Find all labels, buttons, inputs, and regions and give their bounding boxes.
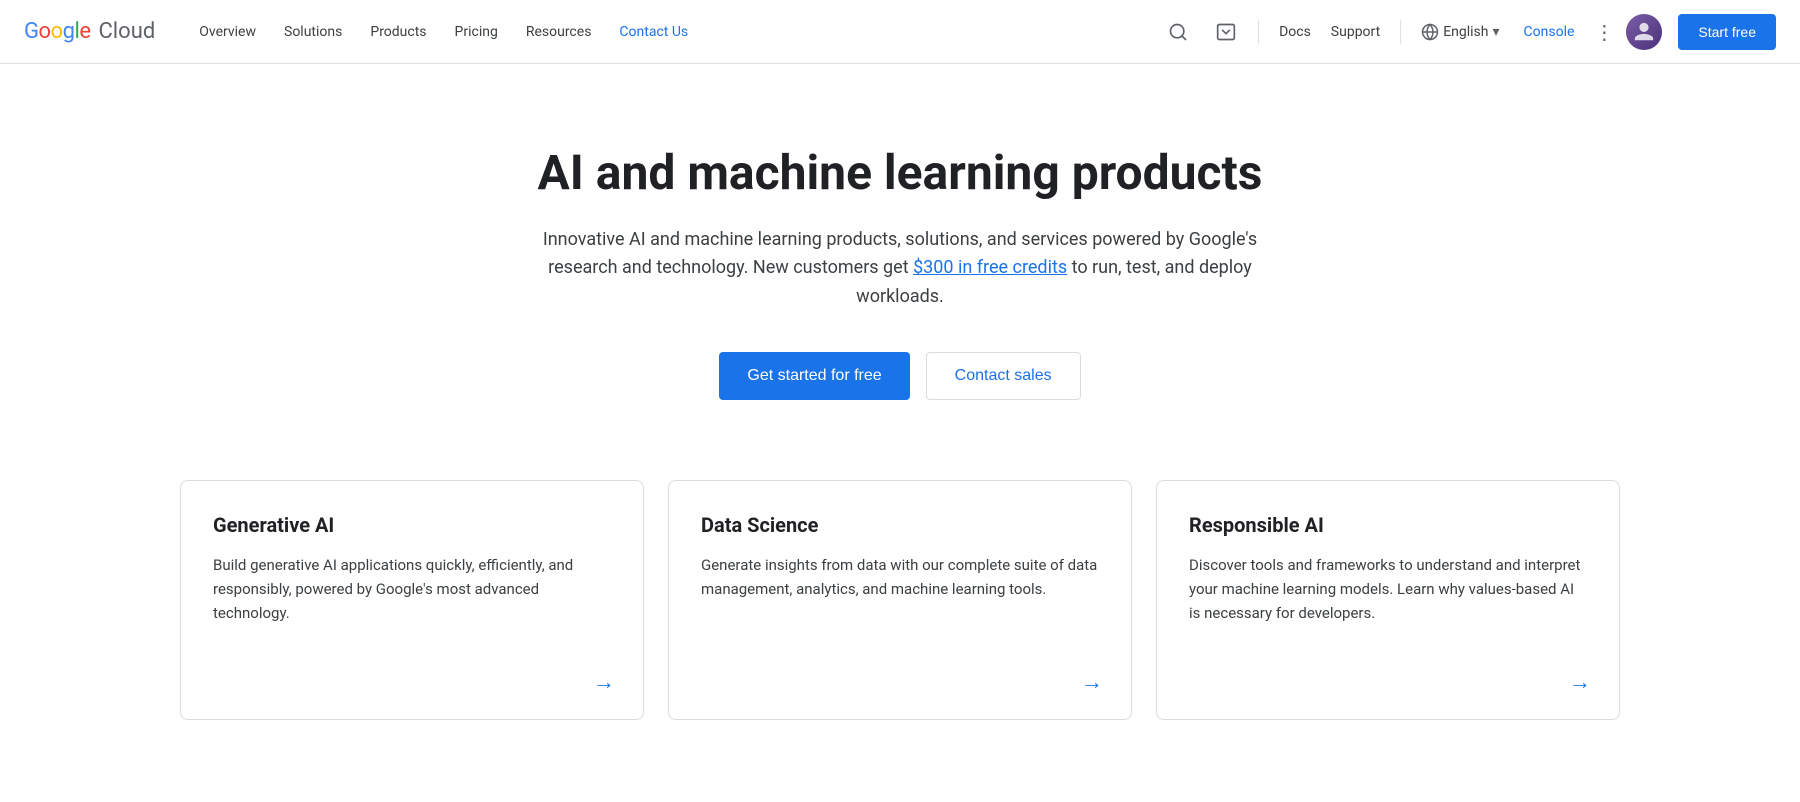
card-data-science-desc: Generate insights from data with our com… bbox=[701, 553, 1099, 691]
hero-title: AI and machine learning products bbox=[474, 144, 1326, 202]
card-generative-ai-desc: Build generative AI applications quickly… bbox=[213, 553, 611, 691]
nav-contact-us[interactable]: Contact Us bbox=[607, 16, 700, 48]
google-cloud-logo[interactable]: Google Cloud bbox=[24, 19, 155, 44]
credits-link[interactable]: $300 in free credits bbox=[913, 257, 1067, 278]
support-link[interactable]: Support bbox=[1323, 16, 1388, 48]
nav-resources[interactable]: Resources bbox=[514, 16, 604, 48]
console-link[interactable]: Console bbox=[1516, 16, 1583, 48]
chevron-down-icon: ▾ bbox=[1493, 24, 1500, 40]
cloud-wordmark: Cloud bbox=[98, 19, 155, 44]
hero-description: Innovative AI and machine learning produ… bbox=[540, 226, 1260, 312]
start-free-button[interactable]: Start free bbox=[1678, 14, 1776, 50]
terminal-button[interactable] bbox=[1206, 12, 1246, 52]
nav-solutions[interactable]: Solutions bbox=[272, 16, 354, 48]
card-data-science[interactable]: Data Science Generate insights from data… bbox=[668, 480, 1132, 720]
card-responsible-ai-title: Responsible AI bbox=[1189, 513, 1587, 537]
contact-sales-button[interactable]: Contact sales bbox=[926, 352, 1081, 400]
search-button[interactable] bbox=[1158, 12, 1198, 52]
user-avatar[interactable] bbox=[1626, 14, 1662, 50]
card-responsible-ai-arrow: → bbox=[1569, 669, 1591, 695]
terminal-icon bbox=[1216, 22, 1236, 42]
nav-products[interactable]: Products bbox=[358, 16, 438, 48]
hero-buttons: Get started for free Contact sales bbox=[474, 352, 1326, 400]
docs-support-links: Docs Support bbox=[1271, 16, 1388, 48]
card-data-science-arrow: → bbox=[1081, 669, 1103, 695]
cards-section: Generative AI Build generative AI applic… bbox=[100, 460, 1700, 780]
docs-link[interactable]: Docs bbox=[1271, 16, 1319, 48]
card-responsible-ai-desc: Discover tools and frameworks to underst… bbox=[1189, 553, 1587, 691]
avatar-person-icon bbox=[1633, 21, 1655, 43]
nav-links: Overview Solutions Products Pricing Reso… bbox=[187, 16, 1158, 48]
card-responsible-ai[interactable]: Responsible AI Discover tools and framew… bbox=[1156, 480, 1620, 720]
nav-overview[interactable]: Overview bbox=[187, 16, 268, 48]
card-generative-ai[interactable]: Generative AI Build generative AI applic… bbox=[180, 480, 644, 720]
language-selector[interactable]: English ▾ bbox=[1413, 15, 1507, 49]
google-wordmark: Google bbox=[24, 19, 90, 44]
hero-section: AI and machine learning products Innovat… bbox=[450, 64, 1350, 460]
card-generative-ai-arrow: → bbox=[593, 669, 615, 695]
card-data-science-title: Data Science bbox=[701, 513, 1099, 537]
nav-right: Docs Support English ▾ Console ⋮ Start f… bbox=[1158, 12, 1776, 52]
navbar: Google Cloud Overview Solutions Products… bbox=[0, 0, 1800, 64]
nav-divider-1 bbox=[1258, 20, 1259, 44]
get-started-button[interactable]: Get started for free bbox=[719, 352, 909, 400]
language-label: English bbox=[1443, 24, 1488, 40]
globe-icon bbox=[1421, 23, 1439, 41]
nav-divider-2 bbox=[1400, 20, 1401, 44]
more-options-icon[interactable]: ⋮ bbox=[1590, 12, 1618, 52]
search-icon bbox=[1168, 22, 1188, 42]
nav-pricing[interactable]: Pricing bbox=[443, 16, 510, 48]
card-generative-ai-title: Generative AI bbox=[213, 513, 611, 537]
